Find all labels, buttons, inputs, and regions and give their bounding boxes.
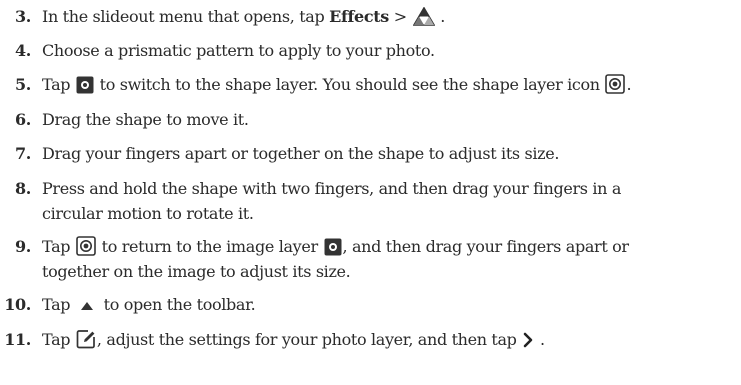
step-number: 3. bbox=[14, 7, 31, 26]
step-number: 11. bbox=[4, 330, 31, 349]
step-number: 6. bbox=[14, 110, 31, 129]
step-number: 7. bbox=[14, 144, 31, 163]
edit-icon bbox=[76, 329, 96, 349]
shape-layer-icon bbox=[605, 74, 626, 94]
step-number: 5. bbox=[14, 75, 31, 94]
step-number: 4. bbox=[14, 41, 31, 60]
chevron-right-icon bbox=[522, 331, 534, 349]
step-number: 8. bbox=[14, 179, 31, 198]
up-triangle-icon bbox=[80, 298, 94, 314]
shape-layer-icon bbox=[76, 236, 96, 256]
step-text: Drag your fingers apart or together on t… bbox=[42, 144, 560, 163]
step-text: Tap , adjust the settings for your photo… bbox=[42, 329, 545, 349]
effects-label: Effects bbox=[329, 7, 389, 26]
step-text: Choose a prismatic pattern to apply to y… bbox=[42, 41, 435, 60]
step-text: Press and hold the shape with two finger… bbox=[42, 179, 622, 223]
step-text: Tap to open the toolbar. bbox=[42, 295, 256, 314]
step-text: Drag the shape to move it. bbox=[42, 110, 249, 129]
step-text: Tap to return to the image layer , and t… bbox=[42, 236, 629, 281]
image-layer-icon bbox=[324, 238, 342, 256]
instruction-steps: 3. In the slideout menu that opens, tap … bbox=[0, 0, 741, 385]
step-number: 10. bbox=[4, 295, 31, 314]
step-text: In the slideout menu that opens, tap Eff… bbox=[42, 7, 445, 26]
step-number: 9. bbox=[14, 237, 31, 256]
image-layer-icon bbox=[76, 76, 94, 94]
step-text: Tap to switch to the shape layer. You sh… bbox=[42, 74, 632, 94]
prism-triangle-icon bbox=[412, 7, 435, 26]
